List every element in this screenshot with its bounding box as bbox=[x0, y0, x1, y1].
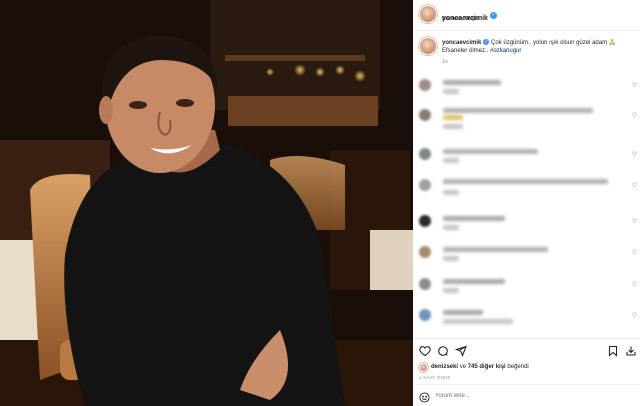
comment-item: ♡ bbox=[417, 275, 640, 303]
add-comment-bar bbox=[413, 385, 640, 406]
comment-meta-redacted bbox=[443, 256, 459, 261]
comment-meta-redacted bbox=[443, 190, 459, 195]
comment-meta-redacted bbox=[443, 158, 459, 163]
post-header: yoncaevcimik ✓ Bodrum, Muğla bbox=[413, 0, 640, 30]
comment-meta-redacted bbox=[443, 319, 513, 324]
comment-text-redacted bbox=[443, 80, 501, 85]
comment-text-redacted bbox=[443, 108, 593, 113]
comment-icon[interactable] bbox=[437, 345, 449, 357]
heart-icon[interactable]: ♡ bbox=[632, 182, 637, 189]
commenter-avatar[interactable] bbox=[419, 278, 431, 290]
actions-divider bbox=[413, 338, 640, 339]
header-divider bbox=[413, 30, 640, 31]
comment-text-redacted bbox=[443, 247, 548, 252]
emoji-icon[interactable] bbox=[419, 390, 430, 403]
heart-icon[interactable]: ♡ bbox=[632, 151, 637, 158]
comment-item: ♡ bbox=[417, 76, 640, 104]
liker-username[interactable]: denizseki bbox=[431, 364, 458, 370]
post-location[interactable]: Bodrum, Muğla bbox=[442, 16, 479, 22]
comment-text-redacted bbox=[443, 179, 608, 184]
bookmark-icon[interactable] bbox=[607, 345, 619, 357]
commenter-avatar[interactable] bbox=[419, 309, 431, 321]
post-side-panel: yoncaevcimik ✓ Bodrum, Muğla yoncaevcimik… bbox=[413, 0, 640, 406]
commenter-avatar[interactable] bbox=[419, 179, 431, 191]
comment-meta-redacted bbox=[443, 225, 459, 230]
comment-text-redacted bbox=[443, 279, 505, 284]
comment-text-redacted bbox=[443, 149, 538, 154]
caption-age: 1s bbox=[442, 59, 448, 65]
comment-item: ♡ bbox=[417, 306, 640, 334]
commenter-avatar[interactable] bbox=[419, 79, 431, 91]
caption-username[interactable]: yoncaevcimik bbox=[442, 40, 481, 46]
comment-text-redacted bbox=[443, 216, 505, 221]
comment-item: ♡ bbox=[417, 212, 640, 240]
comment-item: ♡ bbox=[417, 176, 640, 204]
post-photo[interactable] bbox=[0, 0, 413, 406]
likes-suffix: beğendi bbox=[507, 364, 529, 370]
comment-meta-redacted bbox=[443, 89, 459, 94]
share-icon[interactable] bbox=[454, 345, 467, 357]
commenter-avatar[interactable] bbox=[419, 215, 431, 227]
likes-row: denizseki ve 745 diğer kişi beğendi bbox=[413, 363, 640, 373]
author-avatar[interactable] bbox=[419, 5, 437, 23]
liker-avatar[interactable] bbox=[419, 363, 428, 372]
heart-icon[interactable]: ♡ bbox=[632, 82, 637, 89]
verified-badge-icon: ✓ bbox=[483, 39, 490, 46]
photo-illustration bbox=[0, 0, 413, 406]
commenter-avatar[interactable] bbox=[419, 246, 431, 258]
caption-block: yoncaevcimik ✓ Çok üzgünüm.. yolun ışık o… bbox=[413, 34, 640, 74]
comment-item: ♡ bbox=[417, 243, 640, 271]
likes-connector: ve bbox=[459, 364, 467, 370]
comment-text-redacted bbox=[443, 310, 483, 315]
comment-text-redacted bbox=[443, 115, 463, 120]
heart-icon[interactable]: ♡ bbox=[632, 112, 637, 119]
comment-meta-redacted bbox=[443, 124, 463, 129]
download-icon[interactable] bbox=[625, 345, 637, 357]
caption-avatar[interactable] bbox=[419, 37, 437, 55]
post-age[interactable]: 1 SAAT ÖNCE bbox=[419, 375, 451, 380]
heart-icon[interactable]: ♡ bbox=[632, 312, 637, 319]
caption-hashtag[interactable]: #ozkanugur bbox=[490, 48, 521, 54]
comment-item: ♡ bbox=[417, 106, 640, 134]
commenter-avatar[interactable] bbox=[419, 148, 431, 160]
heart-icon[interactable]: ♡ bbox=[632, 218, 637, 225]
comment-item: ♡ bbox=[417, 145, 640, 173]
commenter-avatar[interactable] bbox=[419, 109, 431, 121]
heart-icon[interactable]: ♡ bbox=[632, 249, 637, 256]
comment-meta-redacted bbox=[443, 288, 459, 293]
heart-icon[interactable]: ♡ bbox=[632, 281, 637, 288]
heart-icon[interactable] bbox=[419, 345, 431, 357]
likes-count[interactable]: 745 diğer kişi bbox=[468, 364, 506, 370]
verified-badge-icon: ✓ bbox=[489, 12, 497, 20]
comment-input[interactable] bbox=[435, 390, 633, 401]
